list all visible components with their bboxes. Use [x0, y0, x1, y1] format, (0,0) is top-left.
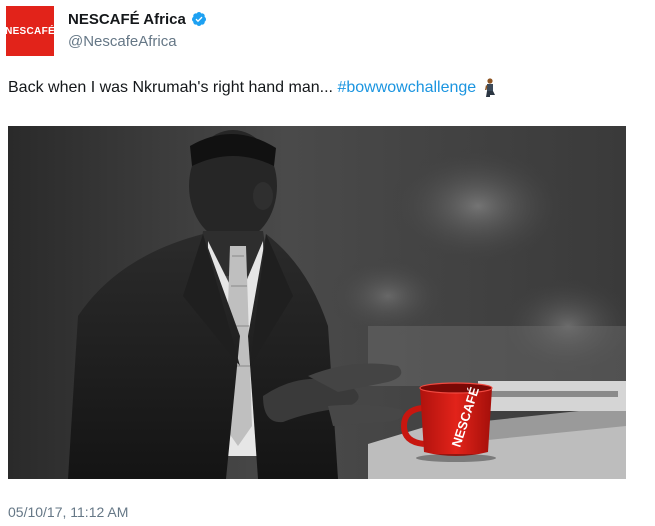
verified-badge-icon [191, 12, 206, 26]
tweet-header: NESCAFÉ NESCAFÉ Africa @NescafeAfrica [5, 6, 646, 62]
avatar[interactable]: NESCAFÉ [5, 6, 55, 56]
display-name[interactable]: NESCAFÉ Africa [68, 11, 186, 28]
tweet-text: Back when I was Nkrumah's right hand man… [8, 78, 648, 98]
account-handle[interactable]: @NescafeAfrica [68, 33, 207, 50]
avatar-logo-text: NESCAFÉ [5, 25, 55, 37]
person-kneeling-emoji-icon [484, 78, 495, 97]
photo-scene: NESCAFÉ [8, 126, 626, 479]
tweet-timestamp[interactable]: 05/10/17, 11:12 AM [8, 504, 128, 520]
account-names: NESCAFÉ Africa @NescafeAfrica [68, 8, 207, 50]
display-name-row: NESCAFÉ Africa [68, 8, 207, 30]
tweet-photo[interactable]: NESCAFÉ [8, 126, 626, 479]
tweet-body-text: Back when I was Nkrumah's right hand man… [8, 79, 333, 97]
hashtag-link[interactable]: #bowwowchallenge [337, 79, 476, 96]
